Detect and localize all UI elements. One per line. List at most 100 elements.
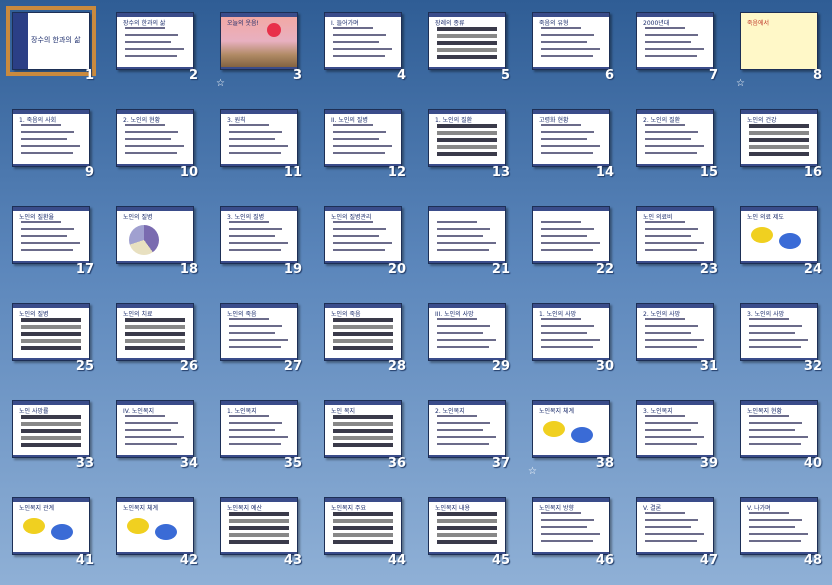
slide-thumbnail-1[interactable]: 장수의 한과의 삶 1: [0, 0, 104, 97]
slide-thumbnail-45[interactable]: 노인복지 내용 45: [416, 485, 520, 582]
slide-thumbnail-24[interactable]: 노인 의료 제도 24: [728, 194, 832, 291]
slide-thumbnail-28[interactable]: 노인의 죽음 28: [312, 291, 416, 388]
slide-preview[interactable]: 장수의 한과의 삶: [6, 6, 96, 76]
slide-thumbnail-17[interactable]: 노인의 질환율 17: [0, 194, 104, 291]
slide-preview[interactable]: II. 노인의 질병: [324, 109, 402, 167]
slide-preview[interactable]: [532, 206, 610, 264]
slide-thumbnail-19[interactable]: 3. 노인의 질병 19: [208, 194, 312, 291]
slide-thumbnail-4[interactable]: I. 들어가며 4: [312, 0, 416, 97]
slide-thumbnail-3[interactable]: 오늘의 웃음! 3 ☆: [208, 0, 312, 97]
slide-thumbnail-37[interactable]: 2. 노인복지 37: [416, 388, 520, 485]
slide-preview[interactable]: 장례의 종류: [428, 12, 506, 70]
slide-thumbnail-2[interactable]: 장수의 한과의 삶 2: [104, 0, 208, 97]
slide-thumbnail-26[interactable]: 노인의 치료 26: [104, 291, 208, 388]
slide-thumbnail-13[interactable]: 1. 노인의 질환 13: [416, 97, 520, 194]
slide-thumbnail-15[interactable]: 2. 노인의 질환 15: [624, 97, 728, 194]
slide-preview[interactable]: 2. 노인의 현황: [116, 109, 194, 167]
slide-thumbnail-32[interactable]: 3. 노인의 사망 32: [728, 291, 832, 388]
slide-preview[interactable]: 1. 노인복지: [220, 400, 298, 458]
slide-thumbnail-27[interactable]: 노인의 죽음 27: [208, 291, 312, 388]
slide-preview[interactable]: 고령화 현황: [532, 109, 610, 167]
slide-preview[interactable]: 노인의 치료: [116, 303, 194, 361]
slide-thumbnail-16[interactable]: 노인의 건강 16: [728, 97, 832, 194]
slide-thumbnail-44[interactable]: 노인복지 주요 44: [312, 485, 416, 582]
slide-thumbnail-29[interactable]: III. 노인의 사망 29: [416, 291, 520, 388]
slide-preview[interactable]: 오늘의 웃음!: [220, 12, 298, 70]
slide-preview[interactable]: IV. 노인복지: [116, 400, 194, 458]
slide-preview[interactable]: 노인 의료비: [636, 206, 714, 264]
slide-preview[interactable]: 노인복지 예산: [220, 497, 298, 555]
slide-thumbnail-35[interactable]: 1. 노인복지 35: [208, 388, 312, 485]
slide-thumbnail-40[interactable]: 노인복지 현황 40: [728, 388, 832, 485]
slide-preview[interactable]: I. 들어가며: [324, 12, 402, 70]
slide-preview[interactable]: 1. 노인의 질환: [428, 109, 506, 167]
slide-preview[interactable]: V. 나가며: [740, 497, 818, 555]
slide-preview[interactable]: 노인의 질환율: [12, 206, 90, 264]
slide-preview[interactable]: V. 결론: [636, 497, 714, 555]
slide-thumbnail-7[interactable]: 2000년대 7: [624, 0, 728, 97]
slide-thumbnail-47[interactable]: V. 결론 47: [624, 485, 728, 582]
slide-preview[interactable]: 죽음에서: [740, 12, 818, 70]
slide-thumbnail-36[interactable]: 노인 복지 36: [312, 388, 416, 485]
slide-thumbnail-5[interactable]: 장례의 종류 5: [416, 0, 520, 97]
slide-thumbnail-31[interactable]: 2. 노인의 사망 31: [624, 291, 728, 388]
slide-preview[interactable]: 장수의 한과의 삶: [116, 12, 194, 70]
slide-preview[interactable]: 노인복지 체계: [532, 400, 610, 458]
slide-preview[interactable]: 노인복지 내용: [428, 497, 506, 555]
slide-thumbnail-30[interactable]: 1. 노인의 사망 30: [520, 291, 624, 388]
star-outline-icon[interactable]: ☆: [216, 78, 225, 89]
slide-thumbnail-22[interactable]: 22: [520, 194, 624, 291]
slide-thumbnail-42[interactable]: 노인복지 체계 42: [104, 485, 208, 582]
slide-preview[interactable]: 노인의 질병: [116, 206, 194, 264]
star-outline-icon[interactable]: ☆: [736, 78, 745, 89]
slide-thumbnail-41[interactable]: 노인복지 관계 41: [0, 485, 104, 582]
slide-thumbnail-6[interactable]: 죽음의 유형 6: [520, 0, 624, 97]
slide-thumbnail-39[interactable]: 3. 노인복지 39: [624, 388, 728, 485]
slide-thumbnail-43[interactable]: 노인복지 예산 43: [208, 485, 312, 582]
slide-preview[interactable]: 노인의 건강: [740, 109, 818, 167]
slide-preview[interactable]: 노인의 질병관리: [324, 206, 402, 264]
slide-preview[interactable]: 노인의 죽음: [324, 303, 402, 361]
slide-preview[interactable]: 노인의 질병: [12, 303, 90, 361]
slide-thumbnail-34[interactable]: IV. 노인복지 34: [104, 388, 208, 485]
slide-preview[interactable]: 노인복지 관계: [12, 497, 90, 555]
slide-thumbnail-25[interactable]: 노인의 질병 25: [0, 291, 104, 388]
slide-preview[interactable]: 3. 노인의 사망: [740, 303, 818, 361]
slide-thumbnail-8[interactable]: 죽음에서 8 ☆: [728, 0, 832, 97]
slide-preview[interactable]: 노인복지 방향: [532, 497, 610, 555]
slide-preview[interactable]: [428, 206, 506, 264]
slide-preview[interactable]: 노인의 죽음: [220, 303, 298, 361]
star-outline-icon[interactable]: ☆: [528, 466, 537, 477]
slide-preview[interactable]: 3. 노인복지: [636, 400, 714, 458]
slide-thumbnail-48[interactable]: V. 나가며 48: [728, 485, 832, 582]
text-line: [749, 526, 795, 528]
slide-preview[interactable]: 1. 죽음의 사회: [12, 109, 90, 167]
slide-thumbnail-21[interactable]: 21: [416, 194, 520, 291]
slide-preview[interactable]: 1. 노인의 사망: [532, 303, 610, 361]
slide-preview[interactable]: 노인 복지: [324, 400, 402, 458]
slide-preview[interactable]: 노인 사망률: [12, 400, 90, 458]
slide-preview[interactable]: 노인복지 주요: [324, 497, 402, 555]
slide-preview[interactable]: 2. 노인의 질환: [636, 109, 714, 167]
slide-preview[interactable]: 노인복지 체계: [116, 497, 194, 555]
slide-preview[interactable]: 2000년대: [636, 12, 714, 70]
slide-thumbnail-14[interactable]: 고령화 현황 14: [520, 97, 624, 194]
slide-preview[interactable]: III. 노인의 사망: [428, 303, 506, 361]
slide-preview[interactable]: 노인 의료 제도: [740, 206, 818, 264]
slide-thumbnail-20[interactable]: 노인의 질병관리 20: [312, 194, 416, 291]
slide-preview[interactable]: 3. 노인의 질병: [220, 206, 298, 264]
slide-thumbnail-9[interactable]: 1. 죽음의 사회 9: [0, 97, 104, 194]
slide-thumbnail-11[interactable]: 3. 원칙 11: [208, 97, 312, 194]
slide-thumbnail-12[interactable]: II. 노인의 질병 12: [312, 97, 416, 194]
slide-thumbnail-10[interactable]: 2. 노인의 현황 10: [104, 97, 208, 194]
slide-thumbnail-23[interactable]: 노인 의료비 23: [624, 194, 728, 291]
slide-preview[interactable]: 노인복지 현황: [740, 400, 818, 458]
slide-preview[interactable]: 죽음의 유형: [532, 12, 610, 70]
slide-thumbnail-38[interactable]: 노인복지 체계 38 ☆: [520, 388, 624, 485]
slide-preview[interactable]: 2. 노인의 사망: [636, 303, 714, 361]
slide-thumbnail-46[interactable]: 노인복지 방향 46: [520, 485, 624, 582]
slide-thumbnail-33[interactable]: 노인 사망률 33: [0, 388, 104, 485]
slide-preview[interactable]: 2. 노인복지: [428, 400, 506, 458]
slide-thumbnail-18[interactable]: 노인의 질병 18: [104, 194, 208, 291]
slide-preview[interactable]: 3. 원칙: [220, 109, 298, 167]
